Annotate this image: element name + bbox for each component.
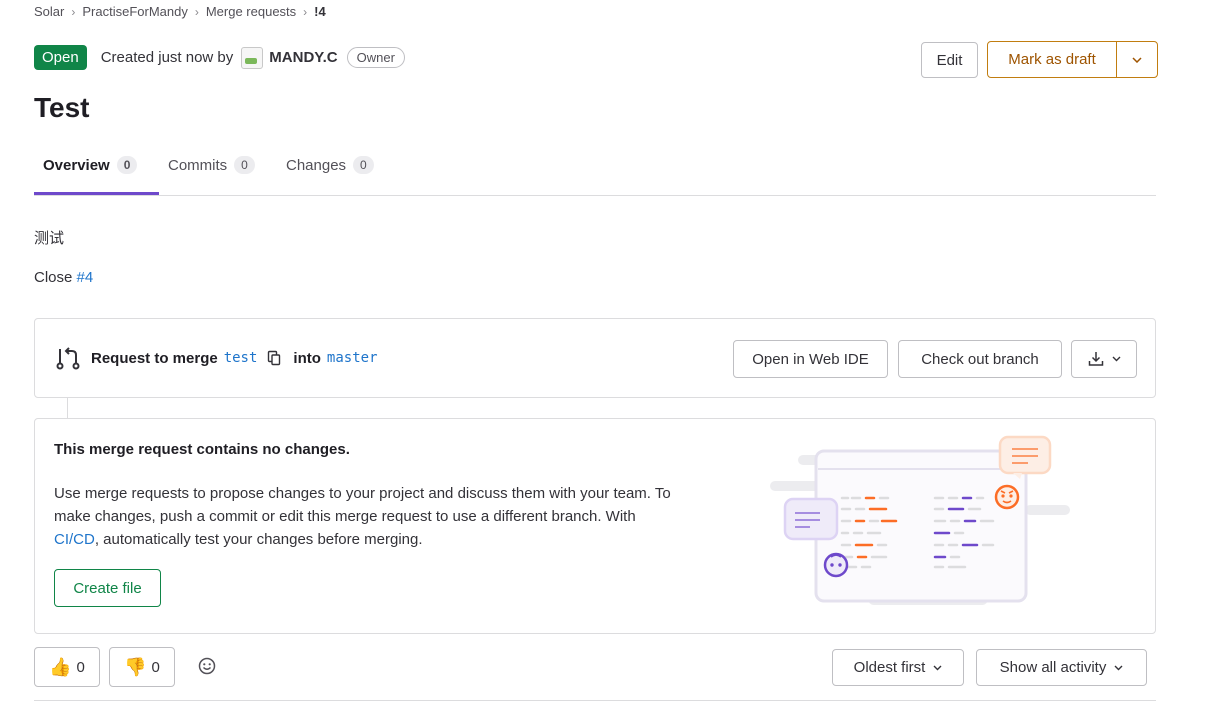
into-label: into (293, 349, 321, 367)
download-icon (1088, 351, 1104, 367)
close-label: Close (34, 269, 73, 286)
empty-state-text-end: , automatically test your changes before… (94, 531, 423, 548)
source-branch-link[interactable]: test (224, 350, 258, 366)
tab-label: Overview (43, 156, 110, 174)
add-reaction-smiley-icon[interactable] (197, 656, 217, 679)
tab-label: Changes (286, 156, 347, 174)
mark-as-draft-group: Mark as draft (987, 41, 1158, 78)
active-tab-indicator (34, 192, 159, 195)
create-file-button[interactable]: Create file (54, 569, 161, 607)
tab-overview[interactable]: Overview 0 (43, 156, 138, 174)
open-web-ide-button[interactable]: Open in Web IDE (733, 340, 888, 378)
sort-label: Oldest first (853, 659, 926, 676)
ci-cd-link[interactable]: CI/CD (54, 531, 95, 548)
empty-state-illustration-icon (770, 433, 1070, 611)
breadcrumb-separator-icon: › (71, 4, 76, 19)
edit-button[interactable]: Edit (921, 42, 978, 78)
breadcrumb: Solar › PractiseForMandy › Merge request… (34, 4, 326, 19)
chevron-down-icon (1114, 662, 1123, 674)
breadcrumb-separator-icon: › (194, 4, 199, 19)
thumbs-up-icon: 👍 (49, 656, 72, 677)
merge-request-icon (55, 346, 81, 370)
chevron-down-icon[interactable] (1117, 42, 1157, 77)
empty-state-title: This merge request contains no changes. (54, 441, 350, 458)
avatar[interactable] (241, 46, 264, 69)
tab-changes[interactable]: Changes 0 (286, 156, 374, 174)
mark-as-draft-button[interactable]: Mark as draft (988, 42, 1117, 77)
merge-summary: Request to merge test into master (55, 346, 378, 370)
tab-commits[interactable]: Commits 0 (168, 156, 255, 174)
thumbs-down-icon: 👎 (124, 656, 147, 677)
tab-count-badge: 0 (234, 156, 255, 174)
thumbs-up-count: 0 (76, 658, 85, 676)
thumbs-down-count: 0 (151, 658, 160, 676)
activity-filter-dropdown[interactable]: Show all activity (976, 649, 1147, 686)
author-name[interactable]: MANDY.C (269, 49, 337, 66)
breadcrumb-item-merge-requests[interactable]: Merge requests (206, 4, 296, 19)
thumbs-up-button[interactable]: 👍 0 (34, 647, 100, 687)
empty-state-panel: This merge request contains no changes. … (34, 418, 1156, 634)
empty-state-text: Use merge requests to propose changes to… (54, 485, 671, 525)
target-branch-link[interactable]: master (327, 350, 378, 366)
empty-state-body: Use merge requests to propose changes to… (54, 482, 674, 551)
breadcrumb-item-group[interactable]: Solar (34, 4, 64, 19)
status-badge: Open (34, 45, 87, 70)
timeline-connector (67, 398, 68, 418)
breadcrumb-item-project[interactable]: PractiseForMandy (82, 4, 187, 19)
divider (34, 700, 1156, 701)
created-text: Created just now by (100, 49, 234, 66)
created-info: Created just now by MANDY.C Owner (100, 46, 405, 69)
copy-icon[interactable] (267, 350, 281, 366)
checkout-branch-button[interactable]: Check out branch (898, 340, 1062, 378)
breadcrumb-item-current[interactable]: !4 (314, 4, 326, 19)
tab-count-badge: 0 (353, 156, 374, 174)
thumbs-down-button[interactable]: 👎 0 (109, 647, 175, 687)
tab-count-badge: 0 (116, 156, 138, 174)
download-dropdown-button[interactable] (1071, 340, 1137, 378)
request-to-merge-label: Request to merge (91, 349, 218, 367)
issue-link[interactable]: #4 (77, 269, 94, 286)
breadcrumb-separator-icon: › (303, 4, 308, 19)
chevron-down-icon (933, 662, 942, 674)
role-badge: Owner (346, 47, 405, 68)
page-title: Test (34, 92, 90, 123)
mr-tabs: Overview 0 Commits 0 Changes 0 (34, 144, 1156, 196)
tab-label: Commits (168, 156, 228, 174)
merge-info-panel: Request to merge test into master Open i… (34, 318, 1156, 398)
description-close-line: Close #4 (34, 269, 93, 286)
activity-filter-label: Show all activity (999, 659, 1107, 676)
sort-dropdown[interactable]: Oldest first (832, 649, 964, 686)
chevron-down-icon (1112, 353, 1121, 365)
mr-header: Open Created just now by MANDY.C Owner (34, 45, 405, 70)
description-text: 测试 (34, 230, 65, 247)
